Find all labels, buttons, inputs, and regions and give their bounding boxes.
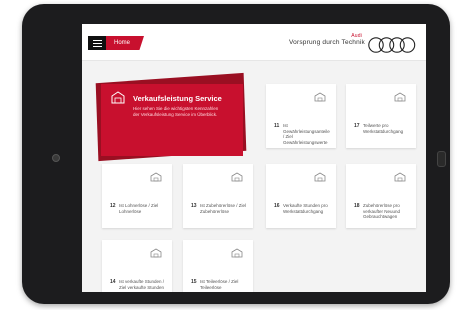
tile-kpi-11[interactable]: 11 Ist Gewährleistungsanteile / Ziel Gew… — [266, 84, 336, 148]
menu-icon[interactable] — [88, 36, 106, 50]
tile-kpi-18[interactable]: 18 Zubehörerlöse pro verkaufter Neuund G… — [346, 164, 416, 228]
tile-kpi-15[interactable]: 15 Ist Teileerlöse / Ziel Teileerlöse — [183, 240, 253, 292]
tile-number: 11 — [274, 123, 280, 129]
tile-label: Ist Gewährleistungsanteile / Ziel Gewähr… — [283, 123, 330, 145]
garage-icon — [314, 172, 326, 182]
tile-number: 13 — [191, 203, 197, 209]
top-bar: Home Audi Vorsprung durch Technik — [82, 24, 426, 61]
tile-number: 17 — [354, 123, 360, 129]
tile-kpi-13[interactable]: 13 Ist Zubehörerlöse / Ziel Zubehörerlös… — [183, 164, 253, 228]
tile-number: 12 — [110, 203, 116, 209]
tile-label: Ist verkaufte Stunden / Ziel verkaufte S… — [119, 279, 165, 290]
tile-number: 15 — [191, 279, 197, 285]
tile-kpi-12[interactable]: 12 Ist Lohnerlöse / Ziel Lohnerlöse — [102, 164, 172, 228]
home-button[interactable]: Home — [106, 36, 144, 50]
tile-number: 16 — [274, 203, 280, 209]
garage-icon — [150, 172, 162, 182]
tile-label: Ist Zubehörerlöse / Ziel Zubehörerlöse — [200, 203, 247, 214]
hardware-home-button[interactable] — [437, 151, 446, 167]
tile-label: Verkaufte Stunden pro Werkstattdurchgang — [283, 203, 328, 214]
tile-kpi-16[interactable]: 16 Verkaufte Stunden pro Werkstattdurchg… — [266, 164, 336, 228]
tile-label: Zubehörerlöse pro verkaufter Neuund Gebr… — [363, 203, 401, 219]
brand-block: Audi Vorsprung durch Technik — [272, 28, 422, 58]
feature-card-verkaufsleistung[interactable]: Verkaufsleistung Service Hier sehen Sie … — [95, 72, 247, 162]
garage-icon — [231, 248, 243, 258]
brand-slogan: Vorsprung durch Technik — [288, 39, 365, 46]
camera-lens — [52, 154, 60, 162]
app-screen: Home Audi Vorsprung durch Technik Verkau… — [82, 24, 426, 292]
tile-number: 18 — [354, 203, 360, 209]
feature-description: Hier sehen Sie die wichtigsten Kennzahle… — [133, 106, 219, 117]
garage-icon — [150, 248, 162, 258]
tablet-frame: Home Audi Vorsprung durch Technik Verkau… — [22, 4, 450, 304]
tile-label: Teilwerte pro Werkstattdurchgang — [363, 123, 404, 134]
tile-label: Ist Lohnerlöse / Ziel Lohnerlöse — [119, 203, 159, 214]
garage-icon — [394, 92, 406, 102]
feature-title: Verkaufsleistung Service — [133, 94, 222, 103]
tile-number: 14 — [110, 279, 116, 285]
tile-kpi-14[interactable]: 14 Ist verkaufte Stunden / Ziel verkauft… — [102, 240, 172, 292]
tile-kpi-17[interactable]: 17 Teilwerte pro Werkstattdurchgang — [346, 84, 416, 148]
garage-icon — [111, 91, 125, 104]
audi-rings-logo — [368, 37, 416, 53]
tile-label: Ist Teileerlöse / Ziel Teileerlöse — [200, 279, 239, 290]
garage-icon — [394, 172, 406, 182]
garage-icon — [231, 172, 243, 182]
garage-icon — [314, 92, 326, 102]
